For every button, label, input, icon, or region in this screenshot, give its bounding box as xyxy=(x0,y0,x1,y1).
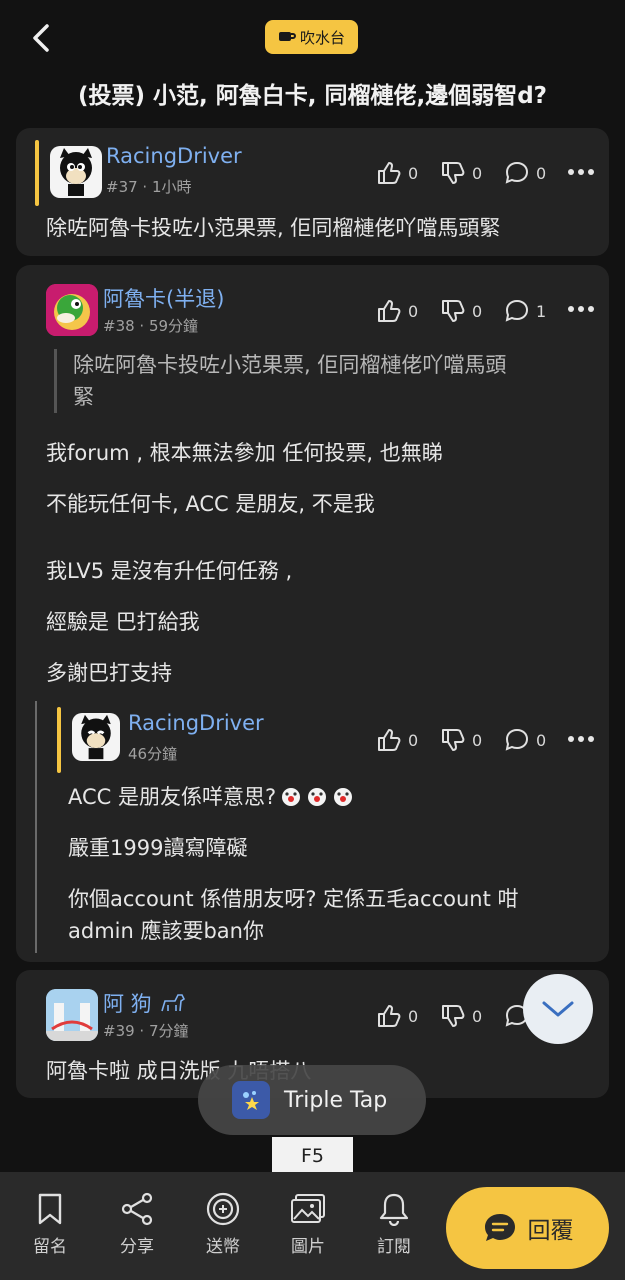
post-actions: 0 0 0 xyxy=(376,160,568,186)
avatar[interactable] xyxy=(46,989,98,1041)
top-bar: 吹水台 (投票) 小范, 阿魯白卡, 同榴槤佬,邊個弱智d? xyxy=(0,0,625,120)
avatar[interactable] xyxy=(46,284,98,336)
dislike-button[interactable]: 0 xyxy=(440,160,504,186)
post-content: 除咗阿魯卡投咗小范果票, 佢同榴槤佬吖噹馬頭緊 xyxy=(46,216,501,240)
post-actions: 0 0 0 xyxy=(376,727,568,753)
tab-share[interactable]: 分享 xyxy=(101,1172,173,1280)
post-content-line: 多謝巴打支持 xyxy=(46,661,172,685)
reply-content-line: 你個account 係借朋友呀? 定係五毛account 咁 xyxy=(68,887,519,911)
more-icon[interactable] xyxy=(568,306,594,314)
accent-bar xyxy=(57,707,61,773)
comment-button[interactable]: 0 xyxy=(504,727,568,753)
tab-bookmark[interactable]: 留名 xyxy=(14,1172,86,1280)
thumbs-up-icon xyxy=(378,162,401,184)
post-meta: #39 · 7分鐘 xyxy=(103,1022,189,1040)
chevron-down-icon xyxy=(542,1001,574,1017)
bookmark-icon xyxy=(38,1193,62,1225)
back-icon[interactable] xyxy=(26,22,58,54)
accent-bar xyxy=(35,140,39,206)
post-content-line: 我LV5 是沒有升任何任務 , xyxy=(46,559,293,583)
username[interactable]: 阿魯卡(半退) xyxy=(103,283,224,313)
username[interactable]: 阿 狗 xyxy=(103,988,188,1018)
like-button[interactable]: 0 xyxy=(376,160,440,186)
post-content-line: 經驗是 巴打給我 xyxy=(46,610,200,634)
post-card-38: 阿魯卡(半退) #38 · 59分鐘 0 0 1 除咗阿魯卡投咗小范果票, 佢同… xyxy=(16,265,609,962)
username[interactable]: RacingDriver xyxy=(128,711,264,735)
dog-icon xyxy=(160,994,185,1012)
triple-tap-icon xyxy=(232,1081,270,1119)
post-content-line: 不能玩任何卡, ACC 是朋友, 不是我 xyxy=(46,492,375,516)
post-actions: 0 0 1 xyxy=(376,298,568,324)
reply-button[interactable]: 回覆 xyxy=(446,1187,609,1269)
avatar[interactable] xyxy=(50,146,102,198)
thumbs-up-icon xyxy=(378,1005,401,1027)
more-icon[interactable] xyxy=(568,169,594,177)
forum-tag[interactable]: 吹水台 xyxy=(265,20,358,54)
more-icon[interactable] xyxy=(568,736,594,744)
thumbs-up-icon xyxy=(378,729,401,751)
image-icon xyxy=(291,1194,325,1223)
bell-icon xyxy=(379,1193,409,1226)
tab-gift[interactable]: 送幣 xyxy=(187,1172,259,1280)
quoted-text: 除咗阿魯卡投咗小范果票, 佢同榴槤佬吖噹馬頭 緊 xyxy=(54,349,584,413)
dislike-button[interactable]: 0 xyxy=(440,298,504,324)
thumbs-down-icon xyxy=(442,162,465,184)
comment-icon xyxy=(505,299,529,322)
scroll-down-button[interactable] xyxy=(523,974,593,1044)
post-meta: #37 · 1小時 xyxy=(106,178,192,196)
cup-icon xyxy=(278,32,296,41)
reply-content-line: ACC 是朋友係咩意思? xyxy=(68,781,354,813)
username[interactable]: RacingDriver xyxy=(106,144,242,168)
share-icon xyxy=(121,1192,153,1226)
reply-content-line: admin 應該要ban你 xyxy=(68,919,264,943)
toast-label: Triple Tap xyxy=(284,1087,388,1113)
post-card-37: RacingDriver #37 · 1小時 0 0 0 除咗阿魯卡投咗小范果票… xyxy=(16,128,609,256)
post-meta: #38 · 59分鐘 xyxy=(103,317,199,335)
thumbs-down-icon xyxy=(442,1005,465,1027)
like-button[interactable]: 0 xyxy=(376,298,440,324)
avatar[interactable] xyxy=(72,713,120,761)
comment-icon xyxy=(505,161,529,184)
thumbs-down-icon xyxy=(442,300,465,322)
reply-bubble-icon xyxy=(484,1214,515,1241)
like-button[interactable]: 0 xyxy=(376,1003,440,1029)
reply-thread-line xyxy=(35,701,37,953)
post-meta: 46分鐘 xyxy=(128,745,178,763)
thumbs-down-icon xyxy=(442,729,465,751)
tab-subscribe[interactable]: 訂閱 xyxy=(358,1172,430,1280)
comment-button[interactable]: 0 xyxy=(504,160,568,186)
dislike-button[interactable]: 0 xyxy=(440,727,504,753)
thumbs-up-icon xyxy=(378,300,401,322)
coin-icon xyxy=(206,1192,240,1226)
triple-tap-toast[interactable]: Triple Tap xyxy=(198,1065,426,1135)
dislike-button[interactable]: 0 xyxy=(440,1003,504,1029)
key-label-f5: F5 xyxy=(272,1137,353,1175)
comment-icon xyxy=(505,728,529,751)
post-content-line: 我forum , 根本無法參加 任何投票, 也無睇 xyxy=(46,441,443,465)
clown-emoji-icon xyxy=(280,786,354,808)
reply-label: 回覆 xyxy=(527,1218,574,1244)
like-button[interactable]: 0 xyxy=(376,727,440,753)
thread-title: (投票) 小范, 阿魯白卡, 同榴槤佬,邊個弱智d? xyxy=(77,83,548,109)
tab-image[interactable]: 圖片 xyxy=(272,1172,344,1280)
reply-content-line: 嚴重1999讀寫障礙 xyxy=(68,836,248,860)
forum-tag-label: 吹水台 xyxy=(299,28,345,47)
comment-button[interactable]: 1 xyxy=(504,298,568,324)
